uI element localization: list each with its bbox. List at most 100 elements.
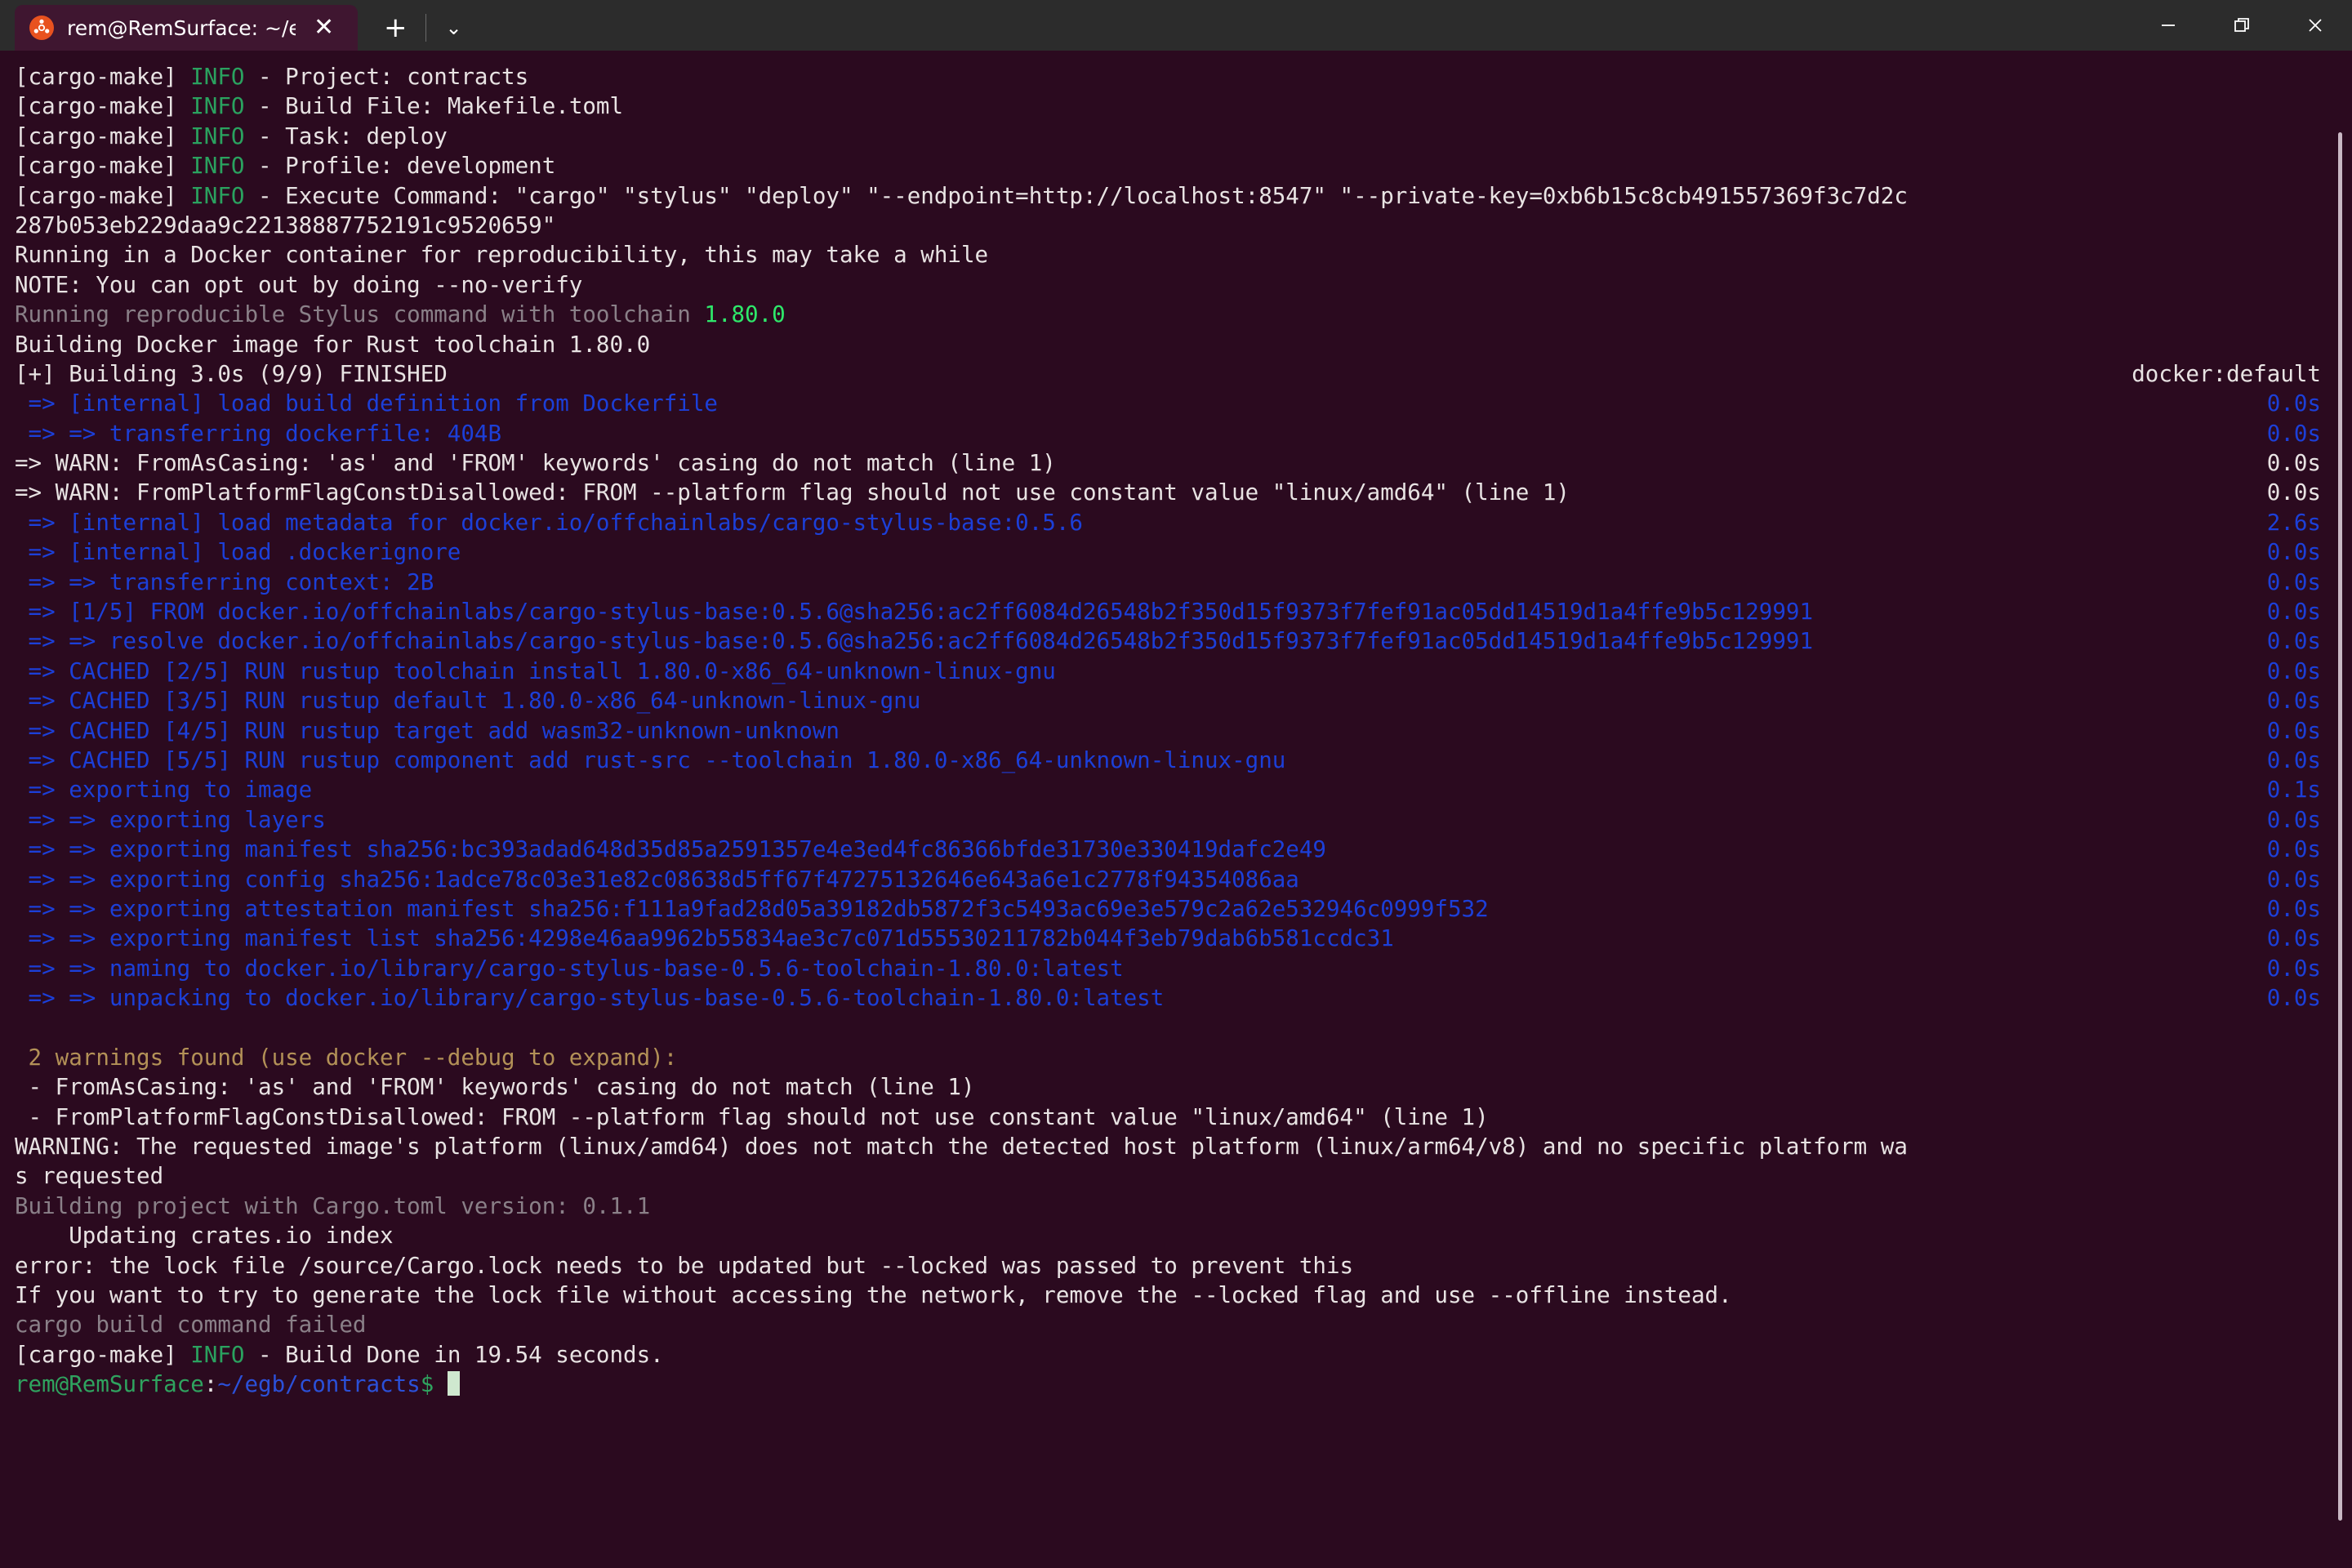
terminal-tab[interactable]: rem@RemSurface: ~/egb/con ✕ bbox=[15, 5, 358, 51]
tab-close-icon[interactable]: ✕ bbox=[314, 16, 334, 40]
minimize-button[interactable] bbox=[2132, 0, 2205, 51]
build-step-duration: 0.0s bbox=[2266, 450, 2321, 477]
terminal-text: [cargo-make] bbox=[15, 153, 191, 180]
prompt-user-host: rem@RemSurface bbox=[15, 1371, 204, 1398]
terminal-line: NOTE: You can opt out by doing --no-veri… bbox=[15, 270, 2352, 300]
build-step-duration: 0.0s bbox=[2266, 866, 2321, 893]
tab-title: rem@RemSurface: ~/egb/con bbox=[67, 16, 296, 40]
terminal-text: => [internal] load .dockerignore bbox=[15, 539, 461, 566]
terminal-line: => => exporting attestation manifest sha… bbox=[15, 894, 2352, 924]
terminal-line: => CACHED [3/5] RUN rustup default 1.80.… bbox=[15, 686, 2352, 715]
terminal-text: => WARN: FromPlatformFlagConstDisallowed… bbox=[15, 479, 1570, 506]
terminal-line: => WARN: FromAsCasing: 'as' and 'FROM' k… bbox=[15, 448, 2352, 478]
build-step-duration: 0.0s bbox=[2266, 539, 2321, 566]
terminal-line: => => transferring context: 2B 0.0s bbox=[15, 568, 2352, 597]
terminal-text: => => exporting config sha256:1adce78c03… bbox=[15, 866, 1299, 893]
terminal-text: INFO bbox=[190, 1341, 245, 1368]
terminal-text: => => naming to docker.io/library/cargo-… bbox=[15, 955, 1124, 982]
new-tab-button[interactable]: + bbox=[366, 14, 425, 42]
terminal-text: [cargo-make] bbox=[15, 1341, 191, 1368]
terminal-line: [cargo-make] INFO - Project: contracts bbox=[15, 62, 2352, 91]
prompt-separator: : bbox=[203, 1371, 218, 1398]
terminal-line: => => exporting manifest sha256:bc393ada… bbox=[15, 835, 2352, 864]
terminal-text: cargo build command failed bbox=[15, 1312, 367, 1339]
build-step-duration: 0.0s bbox=[2266, 599, 2321, 626]
terminal-text: INFO bbox=[190, 122, 245, 149]
terminal-line: [cargo-make] INFO - Build Done in 19.54 … bbox=[15, 1340, 2352, 1370]
terminal-text: Running in a Docker container for reprod… bbox=[15, 242, 989, 269]
terminal-body[interactable]: [cargo-make] INFO - Project: contracts [c… bbox=[0, 51, 2352, 1568]
terminal-text: => => transferring dockerfile: 404B bbox=[15, 420, 502, 447]
build-step-duration: 0.0s bbox=[2266, 628, 2321, 655]
chevron-down-icon[interactable]: ⌄ bbox=[426, 18, 482, 38]
terminal-line: => => transferring dockerfile: 404B 0.0s bbox=[15, 419, 2352, 448]
terminal-line: => exporting to image 0.1s bbox=[15, 775, 2352, 804]
terminal-line: => => resolve docker.io/offchainlabs/car… bbox=[15, 626, 2352, 656]
terminal-line: s requested bbox=[15, 1161, 2352, 1191]
terminal-text: - Build Done in 19.54 seconds. bbox=[244, 1341, 664, 1368]
terminal-line: cargo build command failed bbox=[15, 1310, 2352, 1339]
ubuntu-logo-icon bbox=[29, 16, 54, 40]
terminal-text: => WARN: FromAsCasing: 'as' and 'FROM' k… bbox=[15, 450, 1056, 477]
terminal-text: INFO bbox=[190, 153, 245, 180]
shell-prompt[interactable]: rem@RemSurface:~/egb/contracts$ bbox=[15, 1370, 2352, 1399]
terminal-line: Running reproducible Stylus command with… bbox=[15, 300, 2352, 329]
prompt-path: ~/egb/contracts bbox=[217, 1371, 421, 1398]
prompt-sigil: $ bbox=[420, 1371, 434, 1398]
terminal-text: - FromPlatformFlagConstDisallowed: FROM … bbox=[15, 1103, 1489, 1130]
terminal-line: - FromPlatformFlagConstDisallowed: FROM … bbox=[15, 1102, 2352, 1132]
terminal-text: => [internal] load metadata for docker.i… bbox=[15, 509, 1083, 536]
terminal-text: INFO bbox=[190, 64, 245, 90]
terminal-text: 287b053eb229daa9c22138887752191c9520659" bbox=[15, 212, 556, 238]
terminal-text: => CACHED [4/5] RUN rustup target add wa… bbox=[15, 717, 840, 744]
terminal-text: => CACHED [5/5] RUN rustup component add… bbox=[15, 746, 1286, 773]
terminal-text: [cargo-make] bbox=[15, 182, 191, 209]
build-step-duration: docker:default bbox=[2132, 360, 2321, 387]
tab-bar-actions: + ⌄ bbox=[358, 5, 482, 51]
terminal-line: => [1/5] FROM docker.io/offchainlabs/car… bbox=[15, 597, 2352, 626]
close-button[interactable] bbox=[2278, 0, 2352, 51]
terminal-text: - Project: contracts bbox=[244, 64, 529, 90]
terminal-line: 2 warnings found (use docker --debug to … bbox=[15, 1043, 2352, 1072]
terminal-text: 2 warnings found (use docker --debug to … bbox=[15, 1044, 678, 1071]
terminal-scrollbar[interactable] bbox=[2338, 132, 2342, 1521]
terminal-line: [cargo-make] INFO - Task: deploy bbox=[15, 122, 2352, 151]
terminal-text: - Profile: development bbox=[244, 153, 556, 180]
terminal-text: [cargo-make] bbox=[15, 93, 191, 120]
title-bar: rem@RemSurface: ~/egb/con ✕ + ⌄ bbox=[0, 0, 2352, 51]
tab-strip: rem@RemSurface: ~/egb/con ✕ + ⌄ bbox=[0, 0, 482, 51]
build-step-duration: 0.0s bbox=[2266, 955, 2321, 982]
terminal-text: => CACHED [2/5] RUN rustup toolchain ins… bbox=[15, 657, 1056, 684]
terminal-line: => CACHED [5/5] RUN rustup component add… bbox=[15, 746, 2352, 775]
terminal-text: Running reproducible Stylus command with… bbox=[15, 301, 705, 328]
terminal-text: - FromAsCasing: 'as' and 'FROM' keywords… bbox=[15, 1074, 975, 1101]
terminal-text: => CACHED [3/5] RUN rustup default 1.80.… bbox=[15, 688, 921, 715]
terminal-text: - Task: deploy bbox=[244, 122, 448, 149]
build-step-duration: 0.0s bbox=[2266, 985, 2321, 1012]
terminal-text: [+] Building 3.0s (9/9) FINISHED bbox=[15, 360, 448, 387]
restore-button[interactable] bbox=[2205, 0, 2278, 51]
build-step-duration: 0.0s bbox=[2266, 895, 2321, 922]
terminal-text: Building project with Cargo.toml version… bbox=[15, 1192, 651, 1219]
terminal-line: 287b053eb229daa9c22138887752191c9520659" bbox=[15, 211, 2352, 240]
terminal-line: => => exporting manifest list sha256:429… bbox=[15, 924, 2352, 953]
terminal-text: NOTE: You can opt out by doing --no-veri… bbox=[15, 271, 583, 298]
build-step-duration: 0.0s bbox=[2266, 806, 2321, 833]
window-controls bbox=[2132, 0, 2352, 51]
terminal-line: => => exporting config sha256:1adce78c03… bbox=[15, 865, 2352, 894]
terminal-line: WARNING: The requested image's platform … bbox=[15, 1132, 2352, 1161]
build-step-duration: 0.0s bbox=[2266, 657, 2321, 684]
terminal-text: - Execute Command: "cargo" "stylus" "dep… bbox=[244, 182, 1908, 209]
terminal-line: => [internal] load metadata for docker.i… bbox=[15, 508, 2352, 537]
terminal-text: => [internal] load build definition from… bbox=[15, 390, 718, 417]
terminal-text: s requested bbox=[15, 1163, 164, 1190]
terminal-text: => => resolve docker.io/offchainlabs/car… bbox=[15, 628, 1814, 655]
terminal-text: 1.80.0 bbox=[704, 301, 786, 328]
terminal-line: => => naming to docker.io/library/cargo-… bbox=[15, 954, 2352, 983]
terminal-line: - FromAsCasing: 'as' and 'FROM' keywords… bbox=[15, 1072, 2352, 1102]
terminal-line: [cargo-make] INFO - Build File: Makefile… bbox=[15, 91, 2352, 121]
terminal-line: => CACHED [2/5] RUN rustup toolchain ins… bbox=[15, 657, 2352, 686]
build-step-duration: 0.0s bbox=[2266, 717, 2321, 744]
